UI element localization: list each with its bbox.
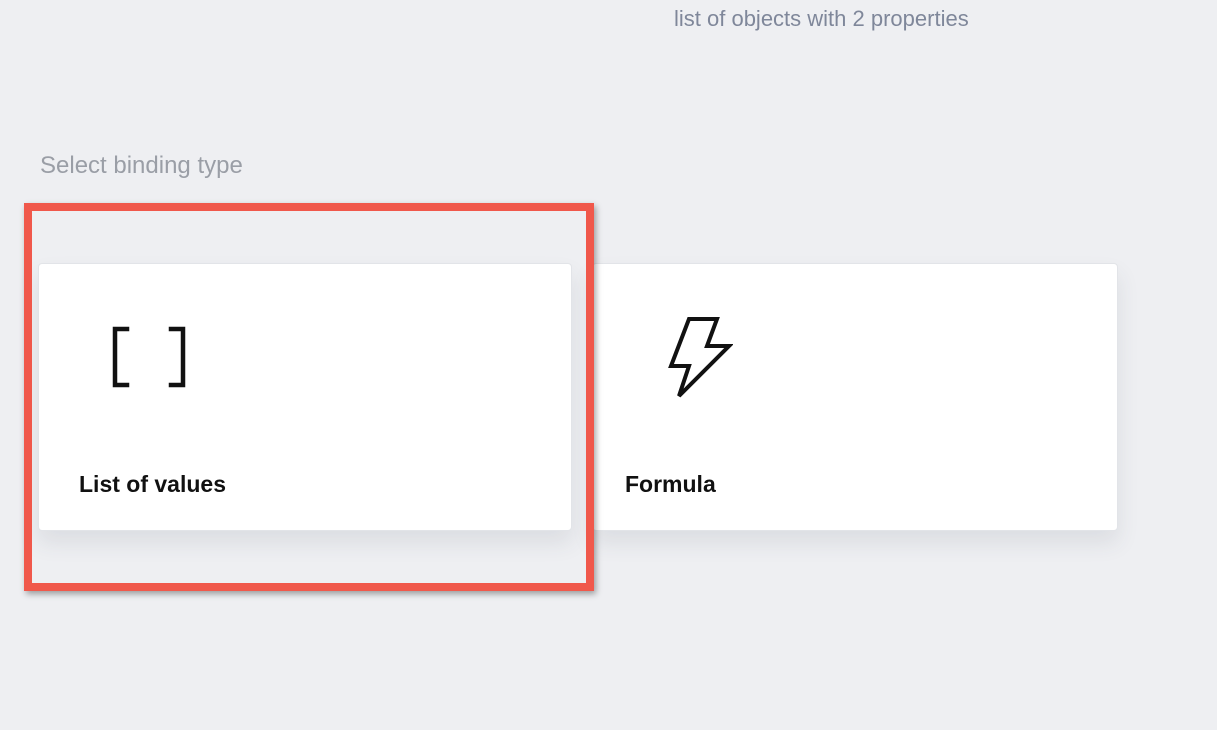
option-label: List of values xyxy=(79,471,226,497)
binding-option-formula[interactable]: Formula xyxy=(592,263,1118,531)
brackets-icon xyxy=(112,326,186,388)
lightning-icon xyxy=(668,317,733,398)
binding-type-label: Select binding type xyxy=(40,152,243,179)
option-label: Formula xyxy=(625,471,716,497)
binding-option-list-of-values[interactable]: List of values xyxy=(38,263,572,531)
object-type-hint: list of objects with 2 properties xyxy=(674,6,969,31)
